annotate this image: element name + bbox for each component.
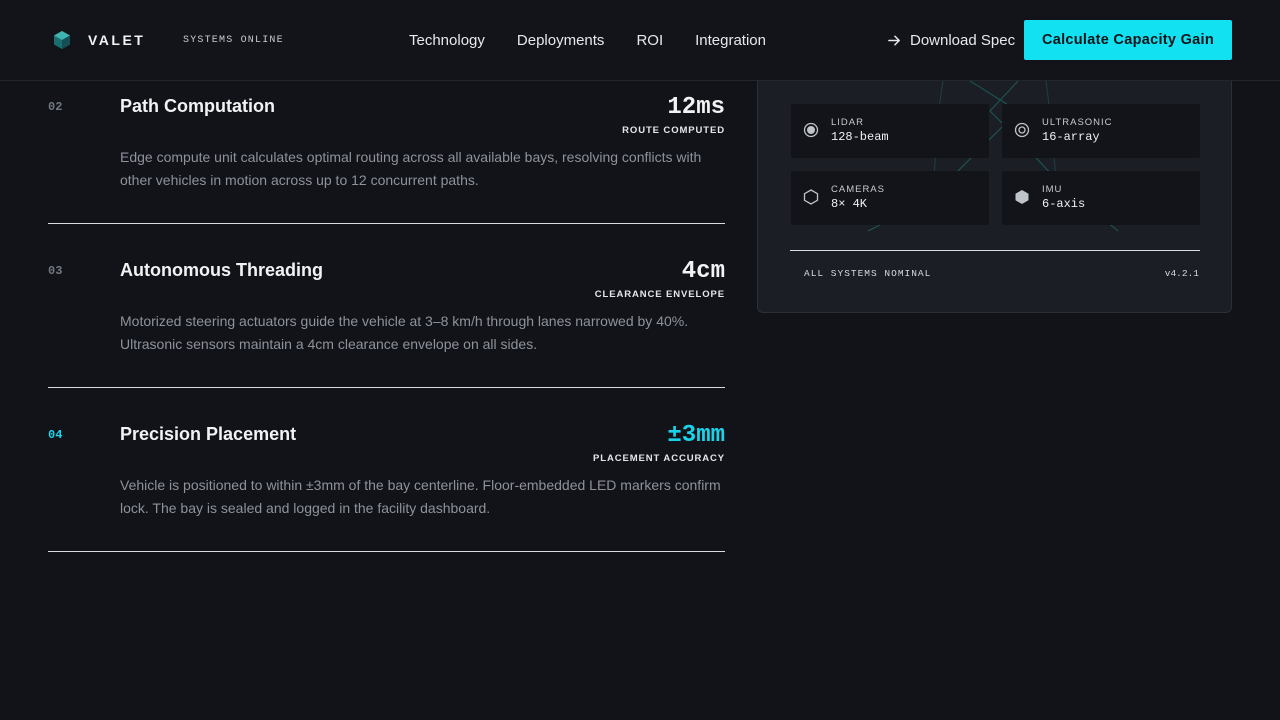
hexagon-solid-icon [1015,190,1029,204]
step-title: Path Computation [120,96,275,116]
step-number: 03 [48,264,63,278]
sensor-name: LIDAR [831,117,864,128]
nav-technology[interactable]: Technology [409,32,485,49]
arrow-right-icon [888,35,900,46]
sensor-name: ULTRASONIC [1042,117,1113,128]
nav-roi[interactable]: ROI [636,32,663,49]
system-status-footer: ALL SYSTEMS NOMINAL [804,268,932,279]
target-ring-icon [1014,122,1030,138]
step-number: 04 [48,428,63,442]
step-description: Motorized steering actuators guide the v… [120,313,689,352]
valet-logo-icon[interactable] [52,30,72,50]
sensor-card-imu: IMU 6-axis [1002,171,1200,225]
step-metric: ±3mm [667,422,725,449]
sensor-card-lidar: LIDAR 128-beam [791,104,989,158]
download-spec-label: Download Spec [910,32,1016,49]
download-spec-link[interactable]: Download Spec [887,32,1015,49]
step-metric-label: ROUTE COMPUTED [622,125,725,136]
calculate-capacity-button[interactable]: Calculate Capacity Gain [1024,20,1232,60]
nav-deployments[interactable]: Deployments [517,32,605,49]
sensor-name: IMU [1042,184,1063,195]
step-divider [48,551,725,552]
systems-status: SYSTEMS ONLINE [183,35,284,46]
step-divider [48,387,725,388]
step-divider [48,223,725,224]
step-description: Edge compute unit calculates optimal rou… [120,149,702,188]
sensor-card-cameras: CAMERAS 8× 4K [791,171,989,225]
firmware-version: v4.2.1 [1164,268,1199,279]
step-metric: 4cm [681,258,725,285]
logo-text[interactable]: VALET [88,32,145,48]
hexagon-outline-icon [803,189,819,205]
step-title: Precision Placement [120,424,297,444]
sensor-value: 16-array [1042,130,1100,144]
step-title: Autonomous Threading [120,260,323,280]
sensor-value: 6-axis [1042,197,1086,211]
step-metric: 12ms [667,94,725,121]
sensor-name: CAMERAS [831,184,885,195]
step-number: 02 [48,100,63,114]
sensor-card-ultrasonic: ULTRASONIC 16-array [1002,104,1200,158]
main-nav: Technology Deployments ROI Integration [409,32,766,49]
step-description: Vehicle is positioned to within ±3mm of … [120,477,721,516]
site-header: VALET SYSTEMS ONLINE Technology Deployme… [0,0,1280,81]
step-metric-label: PLACEMENT ACCURACY [593,453,725,464]
sensor-value: 128-beam [831,130,889,144]
radar-dot-icon [803,122,819,138]
step-metric-label: CLEARANCE ENVELOPE [594,289,725,300]
panel-divider [790,250,1200,251]
nav-integration[interactable]: Integration [695,32,766,49]
sensor-value: 8× 4K [831,197,868,211]
